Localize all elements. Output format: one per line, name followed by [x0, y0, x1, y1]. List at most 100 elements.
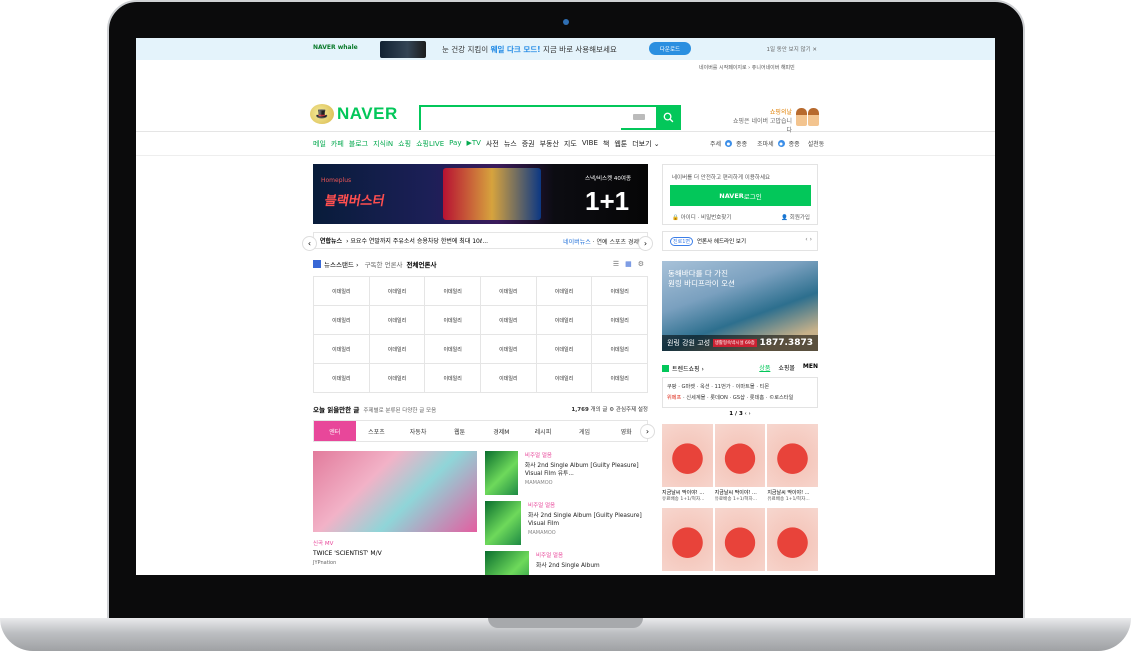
press-logo[interactable]: 이데일리: [425, 306, 481, 335]
press-logo[interactable]: 이데일리: [592, 364, 648, 393]
download-button[interactable]: 다운로드: [649, 42, 691, 55]
press-logo[interactable]: 이데일리: [425, 335, 481, 364]
headline-notice[interactable]: 진로1면 언론사 헤드라인 보기 ‹ ›: [662, 231, 818, 251]
press-logo[interactable]: 이데일리: [592, 306, 648, 335]
chevron-right-icon[interactable]: ›: [640, 424, 655, 439]
chevron-left-icon[interactable]: ‹: [302, 236, 317, 251]
press-logo[interactable]: 이데일리: [369, 335, 426, 364]
nav-item[interactable]: VIBE: [582, 139, 598, 149]
keyboard-icon[interactable]: [633, 114, 645, 120]
press-logo[interactable]: 이데일리: [481, 277, 537, 306]
chevron-right-icon[interactable]: ›: [749, 411, 751, 417]
product-card[interactable]: [714, 508, 766, 575]
chevron-right-icon[interactable]: ›: [638, 236, 653, 251]
nav-item[interactable]: 사전: [486, 139, 499, 149]
whale-promo-text[interactable]: 눈 건강 지킴이 웨일 다크 모드! 지금 바로 사용해보세요: [442, 44, 617, 55]
feed-thumbnail[interactable]: [485, 501, 522, 545]
press-logo[interactable]: 이데일리: [314, 335, 370, 364]
nav-item[interactable]: 메일: [313, 139, 326, 149]
press-logo[interactable]: 이데일리: [481, 364, 537, 393]
press-logo[interactable]: 이데일리: [481, 306, 537, 335]
product-image[interactable]: [662, 424, 713, 487]
topic-tab[interactable]: 게임: [564, 421, 606, 441]
login-button[interactable]: NAVER 로그인: [670, 185, 811, 206]
topic-tab[interactable]: 경제M: [481, 421, 523, 441]
press-logo[interactable]: 이데일리: [314, 364, 370, 393]
press-logo[interactable]: 이데일리: [592, 277, 648, 306]
topic-tab[interactable]: 웹툰: [439, 421, 481, 441]
product-card[interactable]: [767, 508, 818, 575]
grid-view-icon[interactable]: ▦: [625, 260, 632, 268]
nav-item[interactable]: 증권: [522, 139, 535, 149]
ticker-links[interactable]: 네이버뉴스 · 연예 스포츠 경제: [563, 237, 639, 246]
gear-icon[interactable]: ⚙: [638, 260, 644, 268]
feed-item[interactable]: 비주얼 얼음 화사 2nd Single Album [Guilty Pleasu…: [485, 451, 648, 501]
nav-item[interactable]: ▶TV: [466, 139, 480, 149]
ad-banner[interactable]: Homeplus 블랙버스터 스낵/비스켓 40여종 1+1: [313, 164, 648, 224]
mall-list[interactable]: 쿠팡 · G마켓 · 옥션 · 11번가 · 이마트몰 · 티몬 위메프 · 신…: [662, 377, 818, 408]
press-logo[interactable]: 이데일리: [592, 335, 648, 364]
topic-settings[interactable]: 1,769 개의 글 ⚙ 관심주제 설정: [571, 405, 648, 413]
feed-main-card[interactable]: 신곡 MV TWICE 'SCIENTIST' M/V JYPnation: [313, 451, 477, 575]
nav-item[interactable]: 지식iN: [373, 139, 393, 149]
product-card[interactable]: 지금날씨 딱이야! ... 유료배송 1+1/혁자...: [662, 424, 713, 506]
feed-thumbnail[interactable]: [485, 551, 529, 575]
press-logo[interactable]: 이데일리: [369, 364, 426, 393]
search-input[interactable]: [421, 109, 621, 130]
reads-header: 오늘 읽을만한 글 주제별로 분류된 다양한 글 모음 1,769 개의 글 ⚙ …: [313, 405, 648, 414]
feed-item[interactable]: 비주얼 얼음 화사 2nd Single Album [Guilty Pleasu…: [485, 501, 648, 551]
press-logo[interactable]: 이데일리: [369, 306, 426, 335]
join-link[interactable]: 👤 회원가입: [781, 213, 810, 221]
nav-item[interactable]: 블로그: [349, 139, 368, 149]
press-logo[interactable]: 이데일리: [425, 364, 481, 393]
close-promo-button[interactable]: 1일 동안 보지 않기 ✕: [766, 45, 817, 53]
nav-item[interactable]: 책: [603, 139, 609, 149]
press-logo[interactable]: 이데일리: [536, 364, 593, 393]
press-logo[interactable]: 이데일리: [425, 277, 481, 306]
nav-item[interactable]: 부동산: [540, 139, 559, 149]
press-logo[interactable]: 이데일리: [536, 335, 593, 364]
main-column: Homeplus 블랙버스터 스낵/비스켓 40여종 1+1 연합뉴스 › 요요…: [313, 164, 655, 575]
video-thumbnail[interactable]: [313, 451, 477, 532]
topic-tab[interactable]: 자동차: [397, 421, 439, 441]
product-card[interactable]: 지금날씨 딱이야! ... 유료배송 1+1/혁자...: [767, 424, 818, 506]
nav-item[interactable]: 쇼핑LIVE: [416, 139, 444, 149]
list-view-icon[interactable]: ☰: [613, 260, 619, 268]
press-logo[interactable]: 이데일리: [536, 277, 593, 306]
product-image[interactable]: [767, 424, 818, 487]
press-logo[interactable]: 이데일리: [314, 277, 370, 306]
nav-item[interactable]: Pay: [449, 139, 461, 149]
press-logo[interactable]: 이데일리: [536, 306, 593, 335]
press-logo[interactable]: 이데일리: [369, 277, 426, 306]
news-ticker[interactable]: 연합뉴스 › 요요수 연말까지 주유소서 승용차당 한번에 최대 10ℓ... …: [313, 232, 648, 249]
utility-links[interactable]: 네이버를 시작페이지로 › 쥬니어네이버 해피빈: [699, 64, 795, 71]
close-icon[interactable]: ✕: [812, 47, 817, 53]
weather-widget[interactable]: 주세 ● 종종 조마세 ● 종종 설천동: [710, 139, 824, 148]
topic-tab[interactable]: 엔터: [314, 421, 356, 441]
side-ad-banner[interactable]: 동해바다를 다 가진 원링 바디프라이 오션 원링 강원 고성 생활형숙박시설 6…: [662, 261, 818, 351]
product-image[interactable]: [767, 508, 818, 571]
product-image[interactable]: [714, 424, 766, 487]
find-id-link[interactable]: 🔒 아이디 · 비밀번호찾기: [672, 213, 731, 221]
feed-thumbnail[interactable]: [485, 451, 518, 495]
press-logo[interactable]: 이데일리: [481, 335, 537, 364]
product-image[interactable]: [714, 508, 766, 571]
press-logo[interactable]: 이데일리: [314, 306, 370, 335]
topic-tab[interactable]: 레시피: [522, 421, 564, 441]
notice-pager[interactable]: ‹ ›: [805, 236, 812, 243]
naver-logo[interactable]: 🎩 NAVER: [310, 104, 398, 124]
topic-tab[interactable]: 스포츠: [356, 421, 398, 441]
nav-item[interactable]: 웹툰: [614, 139, 627, 149]
product-card[interactable]: 지금날씨 딱이야! ... 유료배송 1+1/혁자...: [714, 424, 766, 506]
nav-item[interactable]: 쇼핑: [398, 139, 411, 149]
press-grid: 이데일리 이데일리 이데일리 이데일리 이데일리 이데일리 이데일리 이데일리 이데일리 이데일리…: [313, 276, 648, 393]
nav-item[interactable]: 더보기 ⌄: [632, 139, 659, 149]
feed-item[interactable]: 비주얼 얼음 화사 2nd Single Album: [485, 551, 648, 575]
product-image[interactable]: [662, 508, 713, 571]
nav-item[interactable]: 뉴스: [504, 139, 517, 149]
shopping-day-promo[interactable]: 쇼핑의날 쇼핑은 네이버 고맙습니다: [732, 108, 792, 135]
product-card[interactable]: [662, 508, 713, 575]
nav-item[interactable]: 카페: [331, 139, 344, 149]
search-button[interactable]: [656, 105, 681, 130]
nav-item[interactable]: 지도: [564, 139, 577, 149]
